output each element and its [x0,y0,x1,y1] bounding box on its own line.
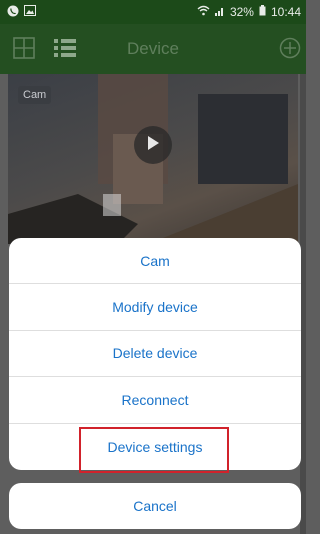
page-title: Device [127,39,179,58]
camera-preview[interactable]: Cam [8,74,298,244]
status-bar: 32% 10:44 [0,0,306,24]
highlight-box [79,427,229,473]
wifi-icon [197,5,210,19]
image-notification-icon [24,5,36,19]
action-delete-device[interactable]: Delete device [9,331,301,378]
action-cam[interactable]: Cam [9,238,301,285]
app-bar: Device [0,24,306,74]
action-modify-device[interactable]: Modify device [9,284,301,331]
battery-icon [259,5,266,19]
status-right: 32% 10:44 [197,5,301,19]
cancel-button[interactable]: Cancel [9,483,301,529]
whatsapp-icon [7,5,19,20]
battery-percent: 32% [229,5,254,19]
status-left [7,5,36,20]
action-reconnect[interactable]: Reconnect [9,377,301,424]
add-device-icon[interactable] [279,37,301,64]
play-icon [146,135,160,156]
camera-label: Cam [18,86,52,104]
signal-icon [214,5,225,19]
play-button[interactable] [134,126,172,164]
clock: 10:44 [270,5,301,19]
